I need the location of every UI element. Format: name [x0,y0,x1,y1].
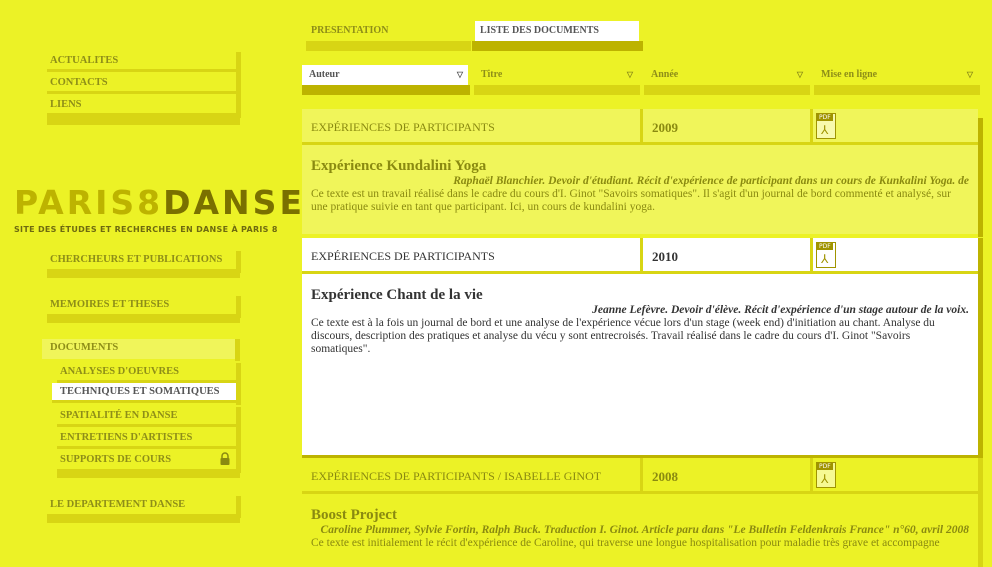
filter-auteur[interactable]: Auteur ▽ [302,65,468,85]
nav-documents[interactable]: DOCUMENTS [42,339,240,361]
tagline: SITE DES ÉTUDES ET RECHERCHES EN DANSE À… [14,225,278,234]
doc-download[interactable]: PDF ⅄ [813,238,978,274]
doc-author: Caroline Plummer, Sylvie Fortin, Ralph B… [320,524,969,536]
doc-download[interactable]: PDF ⅄ [813,458,978,494]
nav-techniques[interactable]: TECHNIQUES ET SOMATIQUES [52,383,241,405]
filter-label: Année [651,69,679,80]
filter-shadow [814,85,980,95]
nav-entretiens[interactable]: ENTRETIENS D'ARTISTES [57,429,241,451]
doc-author: Raphaël Blanchier. Devoir d'étudiant. Ré… [453,175,969,187]
logo-part2: DANSE [163,183,305,222]
filter-annee[interactable]: Année ▽ [644,65,808,85]
doc-author: Jeanne Lefèvre. Devoir d'élève. Récit d'… [592,304,969,316]
nav-actualites[interactable]: ACTUALITES [47,52,241,74]
logo: PARIS8DANSE [14,186,305,219]
tab-liste-documents[interactable]: LISTE DES DOCUMENTS [475,21,639,41]
filter-label: Mise en ligne [821,69,878,80]
doc-title[interactable]: Expérience Kundalini Yoga [311,157,969,175]
doc-summary: Ce texte est à la fois un journal de bor… [311,317,935,355]
doc-year: 2010 [643,238,813,274]
doc-summary: Ce texte est initialement le récit d'exp… [311,537,940,549]
doc-title[interactable]: Boost Project [311,506,969,524]
document-item[interactable]: EXPÉRIENCES DE PARTICIPANTS 2009 PDF ⅄ Ex… [302,109,978,234]
lock-icon [220,452,230,465]
pdf-icon[interactable]: PDF ⅄ [816,242,836,268]
nav-chercheurs[interactable]: CHERCHEURS ET PUBLICATIONS [47,251,241,273]
nav-liens[interactable]: LIENS [47,96,241,118]
section-shadow [47,314,240,323]
document-item[interactable]: EXPÉRIENCES DE PARTICIPANTS 2010 PDF ⅄ Ex… [302,238,978,455]
row-shadow [978,118,983,237]
doc-summary: Ce texte est un travail réalisé dans le … [311,188,951,213]
row-shadow [978,458,983,567]
sort-arrow-icon: ▽ [966,70,973,79]
sort-arrow-icon: ▽ [626,70,633,79]
nav-memoires[interactable]: MEMOIRES ET THESES [47,296,241,318]
doc-category: EXPÉRIENCES DE PARTICIPANTS [302,238,643,274]
sort-arrow-icon: ▽ [796,70,803,79]
nav-shadow [47,116,240,125]
filter-label: Auteur [309,69,340,80]
filter-shadow [302,85,470,95]
filter-mise-en-ligne[interactable]: Mise en ligne ▽ [814,65,978,85]
tab-shadow [306,41,471,51]
logo-part1: PARIS8 [14,183,164,222]
nav-departement[interactable]: LE DEPARTEMENT DANSE [47,496,241,518]
filter-shadow [474,85,640,95]
sort-arrow-icon: ▽ [456,70,463,79]
nav-supports[interactable]: SUPPORTS DE COURS [57,451,241,473]
tab-presentation[interactable]: PRESENTATION [306,21,468,41]
doc-year: 2008 [643,458,813,494]
doc-year: 2009 [643,109,813,145]
section-shadow [47,514,240,523]
tab-shadow [472,41,643,51]
filter-shadow [644,85,810,95]
filter-label: Titre [481,69,503,80]
doc-download[interactable]: PDF ⅄ [813,109,978,145]
nav-analyses[interactable]: ANALYSES D'OEUVRES [57,363,241,385]
pdf-icon[interactable]: PDF ⅄ [816,462,836,488]
nav-spatialite[interactable]: SPATIALITÉ EN DANSE [57,407,241,429]
doc-title[interactable]: Expérience Chant de la vie [311,286,969,304]
pdf-icon[interactable]: PDF ⅄ [816,113,836,139]
doc-category: EXPÉRIENCES DE PARTICIPANTS / ISABELLE G… [302,458,643,494]
nav-supports-label: SUPPORTS DE COURS [60,454,172,465]
section-shadow [47,269,240,278]
doc-category: EXPÉRIENCES DE PARTICIPANTS [302,109,643,145]
subnav-shadow [57,469,240,478]
nav-contacts[interactable]: CONTACTS [47,74,241,96]
row-shadow [978,238,983,458]
document-item[interactable]: EXPÉRIENCES DE PARTICIPANTS / ISABELLE G… [302,458,978,567]
filter-titre[interactable]: Titre ▽ [474,65,638,85]
